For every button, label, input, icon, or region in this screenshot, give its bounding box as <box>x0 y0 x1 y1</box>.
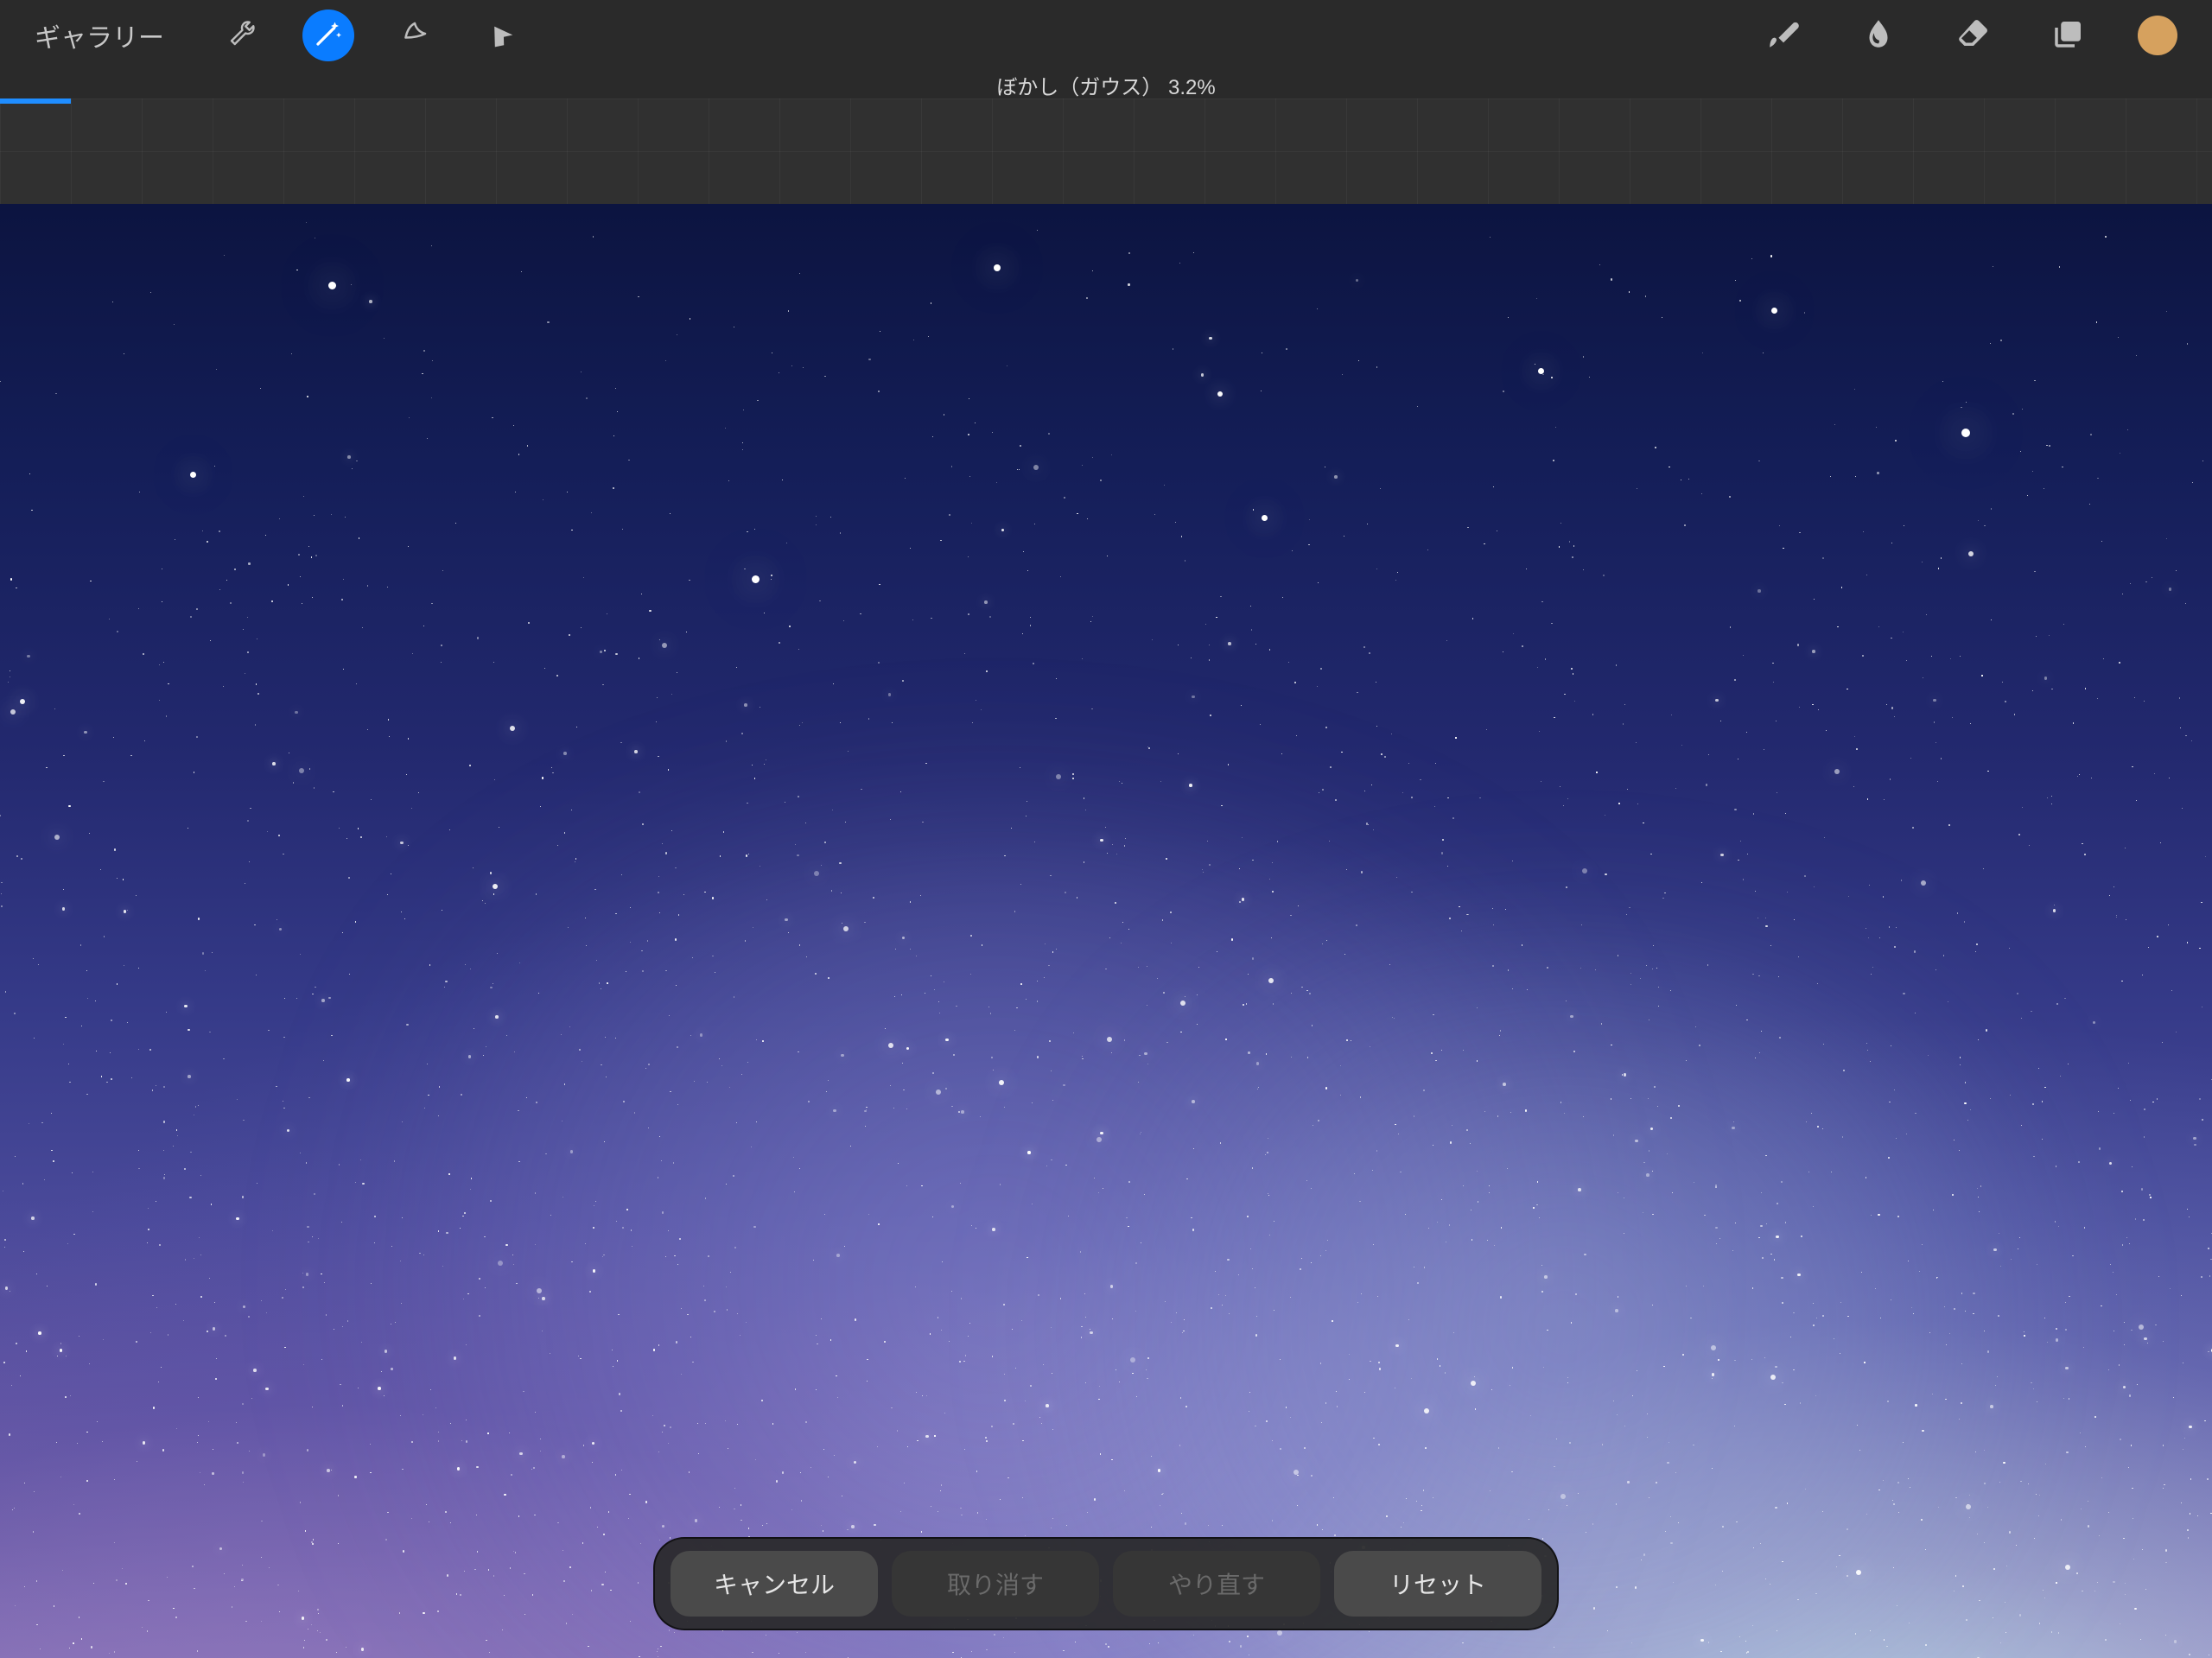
brush-icon <box>1765 16 1802 56</box>
stars-layer <box>0 204 2212 1658</box>
undo-button: 取り消す <box>892 1551 1099 1617</box>
cancel-button[interactable]: キャンセル <box>671 1551 878 1617</box>
app-root: ギャラリー <box>0 0 2212 1658</box>
layers-icon <box>2050 16 2087 56</box>
color-picker-swatch[interactable] <box>2138 16 2177 55</box>
canvas-artwork[interactable] <box>0 204 2212 1658</box>
actions-wrench-button[interactable] <box>216 10 268 61</box>
arrow-icon <box>486 18 517 54</box>
blur-slider-track[interactable] <box>0 98 2212 204</box>
redo-button: やり直す <box>1113 1551 1320 1617</box>
smudge-tool-button[interactable] <box>1853 10 1904 61</box>
eraser-tool-button[interactable] <box>1948 10 1999 61</box>
wand-icon <box>313 18 344 54</box>
smudge-icon <box>1860 16 1897 56</box>
selection-button[interactable] <box>389 10 441 61</box>
eraser-icon <box>1955 16 1992 56</box>
action-bar: キャンセル 取り消す やり直す リセット <box>653 1537 1559 1630</box>
top-toolbar: ギャラリー <box>0 0 2212 71</box>
reset-button[interactable]: リセット <box>1334 1551 1541 1617</box>
effect-status-label: ぼかし（ガウス） 3.2% <box>996 70 1215 100</box>
adjustments-wand-button[interactable] <box>302 10 354 61</box>
brush-tool-button[interactable] <box>1758 10 1809 61</box>
wrench-icon <box>226 18 257 54</box>
blur-slider-progress <box>0 98 71 104</box>
transform-arrow-button[interactable] <box>475 10 527 61</box>
gallery-button[interactable]: ギャラリー <box>35 16 164 54</box>
layers-button[interactable] <box>2043 10 2094 61</box>
select-icon <box>399 18 430 54</box>
effect-status-strip: ぼかし（ガウス） 3.2% <box>0 71 2212 98</box>
